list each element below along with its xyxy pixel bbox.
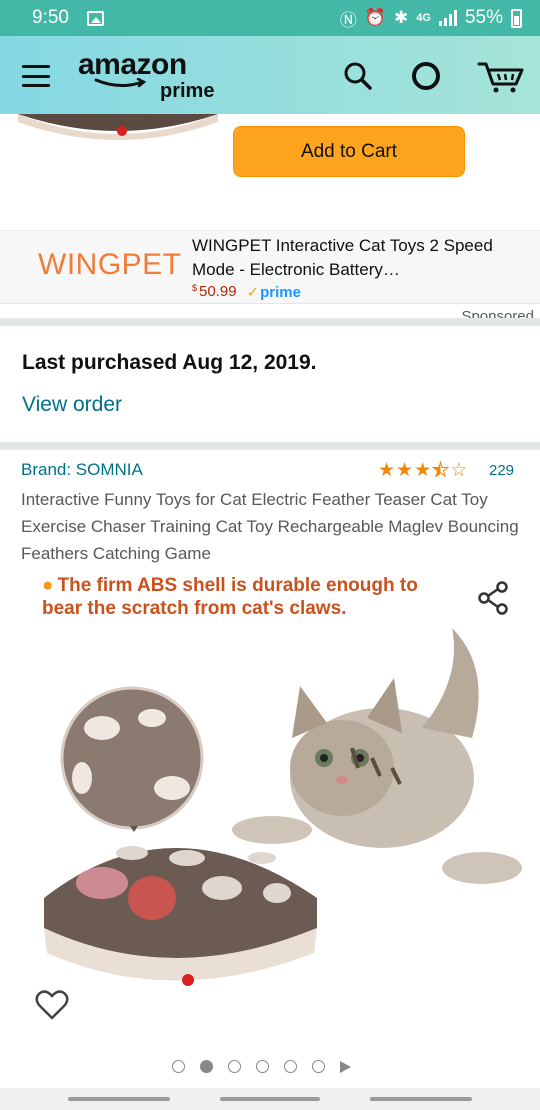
star-full-icon: ★ [378, 460, 396, 481]
share-icon[interactable] [476, 580, 510, 616]
carousel-dot[interactable] [228, 1060, 241, 1073]
bottom-nav-handle[interactable] [220, 1097, 320, 1101]
network-type-icon: 4G [416, 12, 431, 24]
status-time: 9:50 [32, 7, 69, 28]
star-empty-icon: ☆ [450, 460, 468, 481]
bluetooth-icon: ✱ [394, 8, 409, 27]
price-currency: $ [192, 283, 198, 293]
signal-icon [438, 10, 457, 26]
cat-toy-illustration [44, 628, 522, 986]
search-icon[interactable] [340, 58, 376, 94]
carousel-dot-active[interactable] [200, 1060, 213, 1073]
prime-check-icon: ✓ [246, 284, 260, 301]
product-image[interactable]: ● The firm ABS shell is durable enough to… [22, 568, 522, 1048]
prime-badge-label: prime [260, 284, 301, 301]
last-purchased-text: Last purchased Aug 12, 2019. [22, 351, 317, 374]
carousel-dot[interactable] [256, 1060, 269, 1073]
star-full-icon: ★ [396, 460, 414, 481]
star-half-icon: ★ [432, 460, 450, 482]
bottom-nav-bar [0, 1088, 540, 1110]
bottom-nav-handle[interactable] [68, 1097, 170, 1101]
battery-percent: 55% [464, 7, 503, 28]
review-count[interactable]: 229 [489, 462, 514, 479]
sponsored-brand-logo[interactable]: WINGPET [38, 248, 182, 282]
sponsored-product-title[interactable]: WINGPET Interactive Cat Toys 2 Speed Mod… [192, 234, 522, 282]
hero-product-image[interactable] [18, 114, 218, 148]
gallery-notification-icon [86, 10, 104, 26]
video-play-icon[interactable] [340, 1060, 351, 1073]
star-full-icon: ★ [414, 460, 432, 481]
carousel-dot[interactable] [312, 1060, 325, 1073]
logo-amazon-text: amazon [78, 48, 187, 81]
battery-icon [511, 8, 522, 28]
logo-prime-text: prime [160, 80, 215, 102]
cart-icon[interactable] [476, 58, 526, 94]
menu-icon[interactable] [22, 65, 50, 87]
amazon-prime-logo[interactable]: amazon prime [78, 48, 228, 103]
favorite-heart-icon[interactable] [35, 988, 69, 1022]
add-to-cart-button[interactable]: Add to Cart [233, 126, 465, 177]
alexa-icon[interactable] [408, 58, 444, 94]
view-order-link[interactable]: View order [22, 393, 122, 417]
smile-arrow-icon [94, 78, 147, 88]
product-title: Interactive Funny Toys for Cat Electric … [21, 490, 519, 563]
star-rating[interactable]: ★ ★ ★ ★ ☆ [378, 459, 467, 482]
carousel-dot[interactable] [284, 1060, 297, 1073]
price-value: 50.99 [199, 283, 237, 300]
prime-badge: ✓prime [247, 283, 301, 301]
alarm-icon: ⏰ [364, 8, 387, 27]
nfc-icon: Ⓝ [339, 10, 357, 30]
amazon-header: amazon prime [0, 36, 540, 114]
sponsored-product-price: $ 50.99 ✓prime [192, 283, 301, 301]
bottom-nav-handle[interactable] [370, 1097, 472, 1101]
image-carousel-indicator[interactable] [172, 1060, 351, 1073]
status-bar: 9:50 Ⓝ ⏰ ✱ 4G 55% [0, 0, 540, 36]
carousel-dot[interactable] [172, 1060, 185, 1073]
section-divider [0, 442, 540, 450]
section-divider [0, 318, 540, 326]
brand-link[interactable]: Brand: SOMNIA [21, 460, 143, 480]
